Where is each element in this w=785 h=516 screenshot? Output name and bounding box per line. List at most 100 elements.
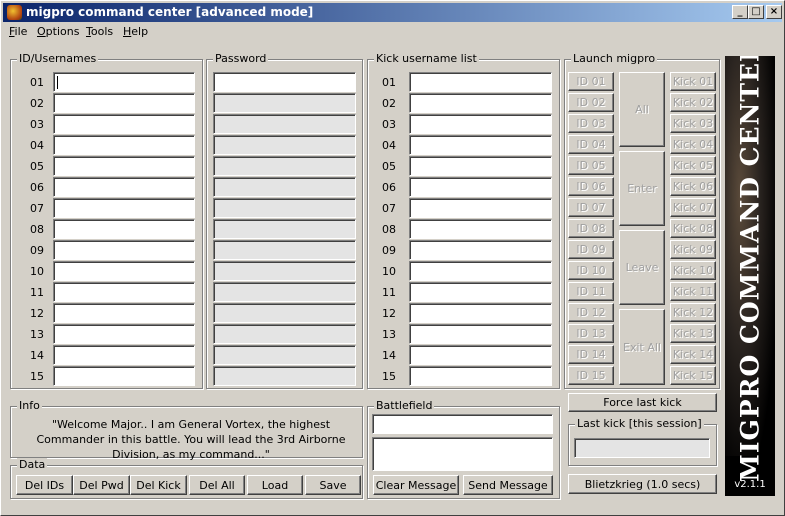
kick-username-field[interactable]	[409, 324, 552, 344]
del-kick-button[interactable]: Del Kick	[130, 475, 187, 495]
kick-button[interactable]: Kick 01	[670, 72, 716, 91]
kick-button[interactable]: Kick 11	[670, 282, 716, 301]
kick-username-field[interactable]	[409, 303, 552, 323]
password-field[interactable]	[213, 303, 356, 323]
exit-all-button[interactable]: Exit All	[619, 309, 665, 385]
maximize-button[interactable]: □	[748, 5, 764, 19]
password-field[interactable]	[213, 261, 356, 281]
kick-button[interactable]: Kick 14	[670, 345, 716, 364]
blitzkrieg-button[interactable]: Blietzkrieg (1.0 secs)	[568, 474, 717, 494]
launch-id-button[interactable]: ID 02	[568, 93, 614, 112]
launch-id-button[interactable]: ID 01	[568, 72, 614, 91]
close-button[interactable]: ×	[766, 5, 782, 19]
password-field[interactable]	[213, 177, 356, 197]
kick-username-field[interactable]	[409, 198, 552, 218]
launch-id-button[interactable]: ID 12	[568, 303, 614, 322]
launch-id-button[interactable]: ID 05	[568, 156, 614, 175]
password-field[interactable]	[213, 93, 356, 113]
launch-all-button[interactable]: All	[619, 72, 665, 147]
kick-username-field[interactable]	[409, 93, 552, 113]
info-group: Info "Welcome Major.. I am General Vorte…	[10, 399, 363, 461]
password-field[interactable]	[213, 72, 356, 92]
kick-button[interactable]: Kick 06	[670, 177, 716, 196]
kick-button[interactable]: Kick 04	[670, 135, 716, 154]
del-pwd-button[interactable]: Del Pwd	[73, 475, 130, 495]
kick-button[interactable]: Kick 02	[670, 93, 716, 112]
id-username-field[interactable]	[53, 135, 195, 155]
password-field[interactable]	[213, 198, 356, 218]
del-ids-button[interactable]: Del IDs	[16, 475, 73, 495]
kick-button[interactable]: Kick 07	[670, 198, 716, 217]
kick-username-field[interactable]	[409, 135, 552, 155]
kick-button[interactable]: Kick 15	[670, 366, 716, 385]
id-username-field[interactable]	[53, 324, 195, 344]
kick-button[interactable]: Kick 13	[670, 324, 716, 343]
id-username-field[interactable]	[53, 303, 195, 323]
launch-id-button[interactable]: ID 09	[568, 240, 614, 259]
kick-username-field[interactable]	[409, 345, 552, 365]
launch-id-button[interactable]: ID 04	[568, 135, 614, 154]
force-last-kick-button[interactable]: Force last kick	[568, 393, 717, 412]
menu-file[interactable]: File	[9, 25, 27, 38]
menu-options[interactable]: Options	[37, 25, 79, 38]
battlefield-message-area[interactable]	[372, 437, 553, 471]
password-field[interactable]	[213, 366, 356, 386]
title-bar[interactable]: migpro command center [advanced mode] _ …	[3, 3, 782, 22]
del-all-button[interactable]: Del All	[189, 475, 245, 495]
kick-button[interactable]: Kick 10	[670, 261, 716, 280]
kick-username-field[interactable]	[409, 156, 552, 176]
kick-button[interactable]: Kick 05	[670, 156, 716, 175]
kick-button[interactable]: Kick 12	[670, 303, 716, 322]
leave-button[interactable]: Leave	[619, 230, 665, 305]
send-message-button[interactable]: Send Message	[463, 475, 553, 495]
password-field[interactable]	[213, 282, 356, 302]
launch-id-button[interactable]: ID 03	[568, 114, 614, 133]
password-field[interactable]	[213, 135, 356, 155]
id-username-field[interactable]	[53, 219, 195, 239]
launch-id-button[interactable]: ID 15	[568, 366, 614, 385]
load-button[interactable]: Load	[247, 475, 303, 495]
menu-help[interactable]: Help	[123, 25, 148, 38]
kick-username-field[interactable]	[409, 72, 552, 92]
clear-message-button[interactable]: Clear Message	[373, 475, 459, 495]
menu-tools[interactable]: Tools	[86, 25, 113, 38]
kick-username-field[interactable]	[409, 366, 552, 386]
kick-username-field[interactable]	[409, 177, 552, 197]
id-username-field[interactable]	[53, 282, 195, 302]
id-username-field[interactable]	[53, 114, 195, 134]
kick-username-field[interactable]	[409, 114, 552, 134]
battlefield-input[interactable]	[372, 414, 553, 434]
password-field[interactable]	[213, 345, 356, 365]
id-username-field[interactable]	[53, 345, 195, 365]
id-username-field[interactable]	[53, 261, 195, 281]
password-field[interactable]	[213, 324, 356, 344]
kick-button[interactable]: Kick 03	[670, 114, 716, 133]
password-field[interactable]	[213, 114, 356, 134]
launch-id-button[interactable]: ID 13	[568, 324, 614, 343]
save-button[interactable]: Save	[305, 475, 361, 495]
password-field[interactable]	[213, 219, 356, 239]
id-username-field[interactable]	[53, 198, 195, 218]
password-field[interactable]	[213, 156, 356, 176]
minimize-button[interactable]: _	[732, 5, 748, 19]
password-field[interactable]	[213, 240, 356, 260]
launch-id-button[interactable]: ID 08	[568, 219, 614, 238]
kick-username-field[interactable]	[409, 240, 552, 260]
enter-button[interactable]: Enter	[619, 151, 665, 226]
launch-id-button[interactable]: ID 06	[568, 177, 614, 196]
kick-username-field[interactable]	[409, 261, 552, 281]
launch-id-button[interactable]: ID 10	[568, 261, 614, 280]
id-username-field[interactable]	[53, 177, 195, 197]
kick-username-field[interactable]	[409, 282, 552, 302]
launch-id-button[interactable]: ID 11	[568, 282, 614, 301]
launch-id-button[interactable]: ID 14	[568, 345, 614, 364]
id-username-field[interactable]	[53, 93, 195, 113]
id-username-field[interactable]	[53, 366, 195, 386]
launch-id-button[interactable]: ID 07	[568, 198, 614, 217]
id-username-field[interactable]	[53, 240, 195, 260]
kick-button[interactable]: Kick 09	[670, 240, 716, 259]
kick-button[interactable]: Kick 08	[670, 219, 716, 238]
kick-username-field[interactable]	[409, 219, 552, 239]
id-username-field[interactable]	[53, 156, 195, 176]
id-username-field[interactable]	[53, 72, 195, 92]
